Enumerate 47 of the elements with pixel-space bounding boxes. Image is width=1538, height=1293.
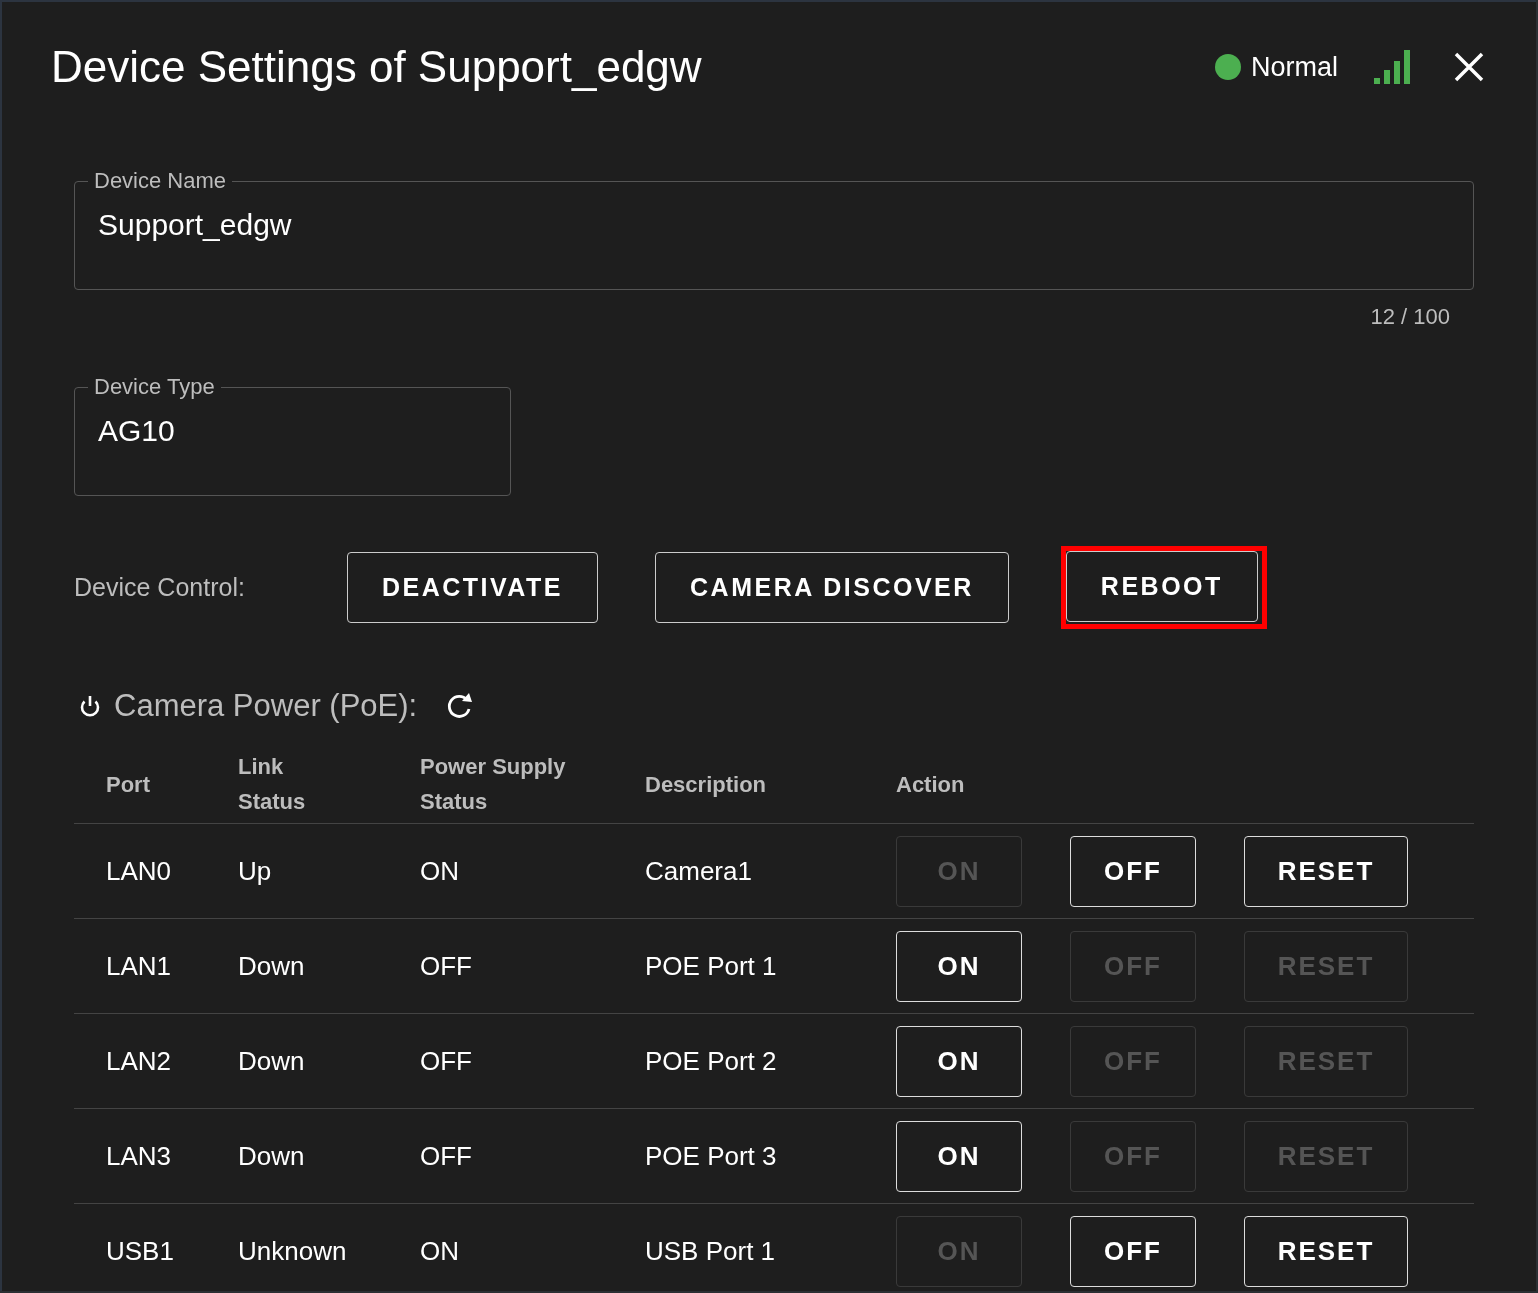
character-counter: 12 / 100 [1370, 304, 1450, 331]
table-cell: USB Port 1 [645, 1235, 776, 1266]
table-cell: POE Port 2 [645, 1045, 777, 1076]
device-control-button[interactable]: CAMERA DISCOVER [655, 552, 1009, 623]
status-label: Normal [1251, 51, 1338, 83]
action-button[interactable]: ON [896, 1120, 1022, 1192]
table-cell: Camera1 [645, 855, 752, 886]
table-cell: ON [420, 855, 459, 886]
action-button[interactable]: ON [896, 1025, 1022, 1097]
table-cell: LAN1 [106, 950, 172, 981]
table-cell: LAN0 [106, 855, 172, 886]
action-button[interactable]: RESET [1244, 835, 1408, 907]
table-cell: Down [238, 1045, 305, 1076]
table-cell: Down [238, 950, 305, 981]
device-control-button[interactable]: DEACTIVATE [347, 552, 599, 623]
column-header: Power Supply Status [420, 754, 566, 814]
window-title: Device Settings of Support_edgw [51, 42, 702, 92]
device-control-label: Device Control: [74, 573, 246, 602]
column-header: Action [896, 771, 965, 797]
table-cell: ON [420, 1235, 459, 1266]
field-label: Device Type [93, 374, 216, 400]
action-button[interactable]: OFF [1070, 1215, 1196, 1287]
column-header: Link Status [238, 754, 306, 814]
close-icon[interactable] [1454, 52, 1484, 82]
column-header: Port [106, 771, 150, 797]
table-cell: OFF [420, 950, 472, 981]
table-cell: LAN2 [106, 1045, 172, 1076]
device-control-button[interactable]: REBOOT [1065, 551, 1258, 622]
table-cell: Down [238, 1140, 305, 1171]
column-header: Description [645, 771, 767, 797]
field-value: AG10 [98, 414, 176, 448]
action-button[interactable]: ON [896, 930, 1022, 1002]
table-cell: OFF [420, 1140, 472, 1171]
field-value: Support_edgw [98, 208, 293, 242]
table-cell: USB1 [106, 1235, 174, 1266]
field-label: Device Name [93, 168, 228, 194]
section-title: Camera Power (PoE): [114, 688, 418, 724]
table-cell: POE Port 1 [645, 950, 777, 981]
table-cell: Up [238, 855, 272, 886]
signal-icon [1374, 49, 1412, 85]
table-cell: LAN3 [106, 1140, 172, 1171]
table-cell: Unknown [238, 1235, 347, 1266]
action-button[interactable]: OFF [1070, 835, 1196, 907]
power-icon [78, 693, 102, 719]
action-button[interactable]: RESET [1244, 1215, 1408, 1287]
table-cell: POE Port 3 [645, 1140, 777, 1171]
table-cell: OFF [420, 1045, 472, 1076]
